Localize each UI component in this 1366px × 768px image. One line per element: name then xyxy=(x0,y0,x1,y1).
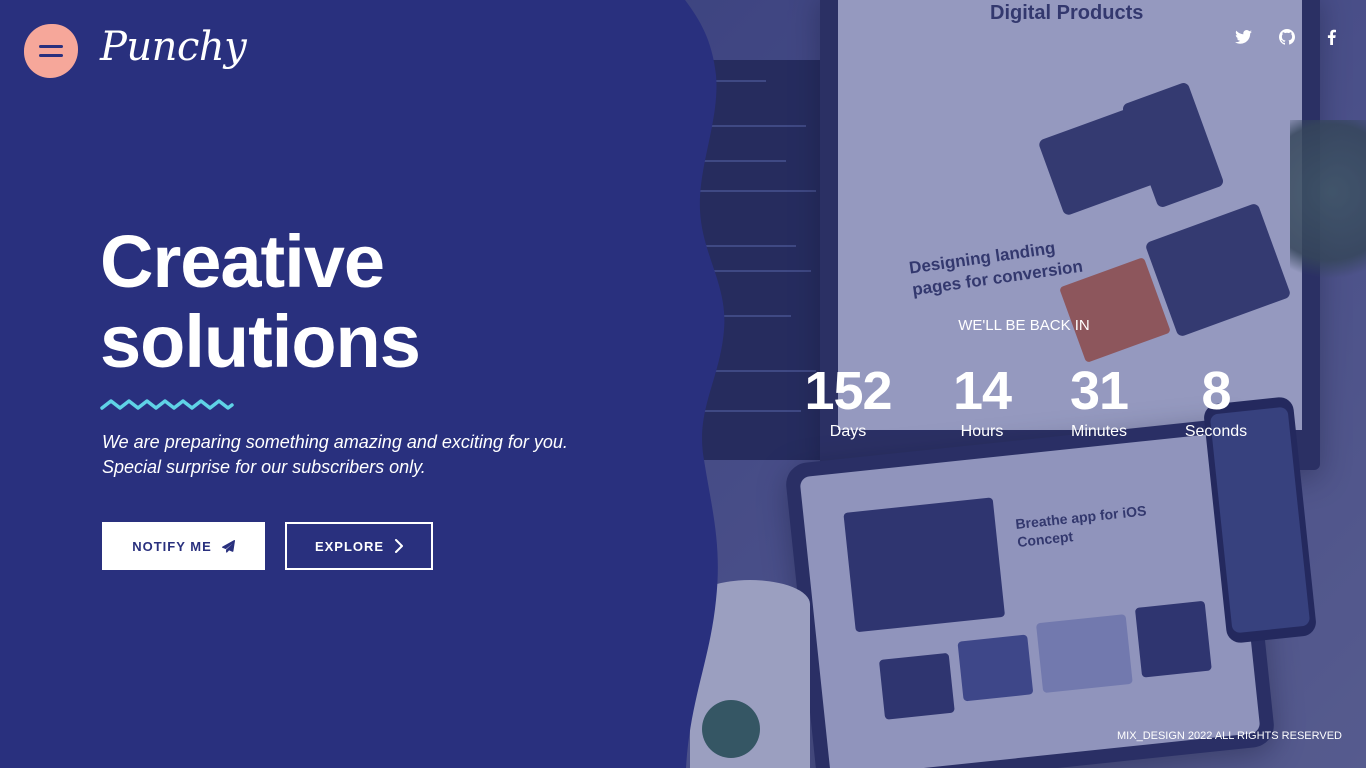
countdown-hours: 14 Hours xyxy=(922,360,1042,442)
paper-plane-icon xyxy=(221,539,235,553)
twitter-icon[interactable] xyxy=(1232,26,1254,48)
countdown-heading: WE'LL BE BACK IN xyxy=(958,317,1090,334)
countdown-timer: 152 Days 14 Hours 31 Minutes 8 Seconds xyxy=(0,360,1366,450)
hamburger-menu-icon xyxy=(39,54,63,57)
countdown-label: Minutes xyxy=(1070,423,1128,440)
countdown-label: Days xyxy=(829,423,867,440)
countdown-label: Seconds xyxy=(1184,423,1248,440)
hamburger-menu-icon xyxy=(39,45,63,48)
notify-me-button[interactable]: NOTIFY ME xyxy=(102,522,265,570)
countdown-value: 8 xyxy=(1201,361,1231,421)
countdown-label: Hours xyxy=(960,423,1004,440)
countdown-days: 152 Days xyxy=(788,360,908,442)
countdown-minutes: 31 Minutes xyxy=(1039,360,1159,442)
countdown-value: 152 xyxy=(804,361,892,421)
copyright-text: MIX_DESIGN 2022 ALL RIGHTS RESERVED xyxy=(1117,730,1342,742)
facebook-icon[interactable] xyxy=(1320,26,1342,48)
social-links xyxy=(1232,26,1342,48)
brand-logo[interactable]: Punchy xyxy=(100,24,247,70)
countdown-seconds: 8 Seconds xyxy=(1156,360,1276,442)
hero-title: Creative solutions xyxy=(100,220,421,382)
notify-me-label: NOTIFY ME xyxy=(132,538,212,554)
explore-label: EXPLORE xyxy=(314,538,385,554)
explore-button[interactable]: EXPLORE xyxy=(285,522,433,570)
github-icon[interactable] xyxy=(1276,26,1298,48)
countdown-value: 14 xyxy=(952,361,1012,421)
chevron-right-icon xyxy=(395,539,404,553)
hero-title-line: Creative xyxy=(100,220,385,303)
countdown-value: 31 xyxy=(1069,361,1129,421)
